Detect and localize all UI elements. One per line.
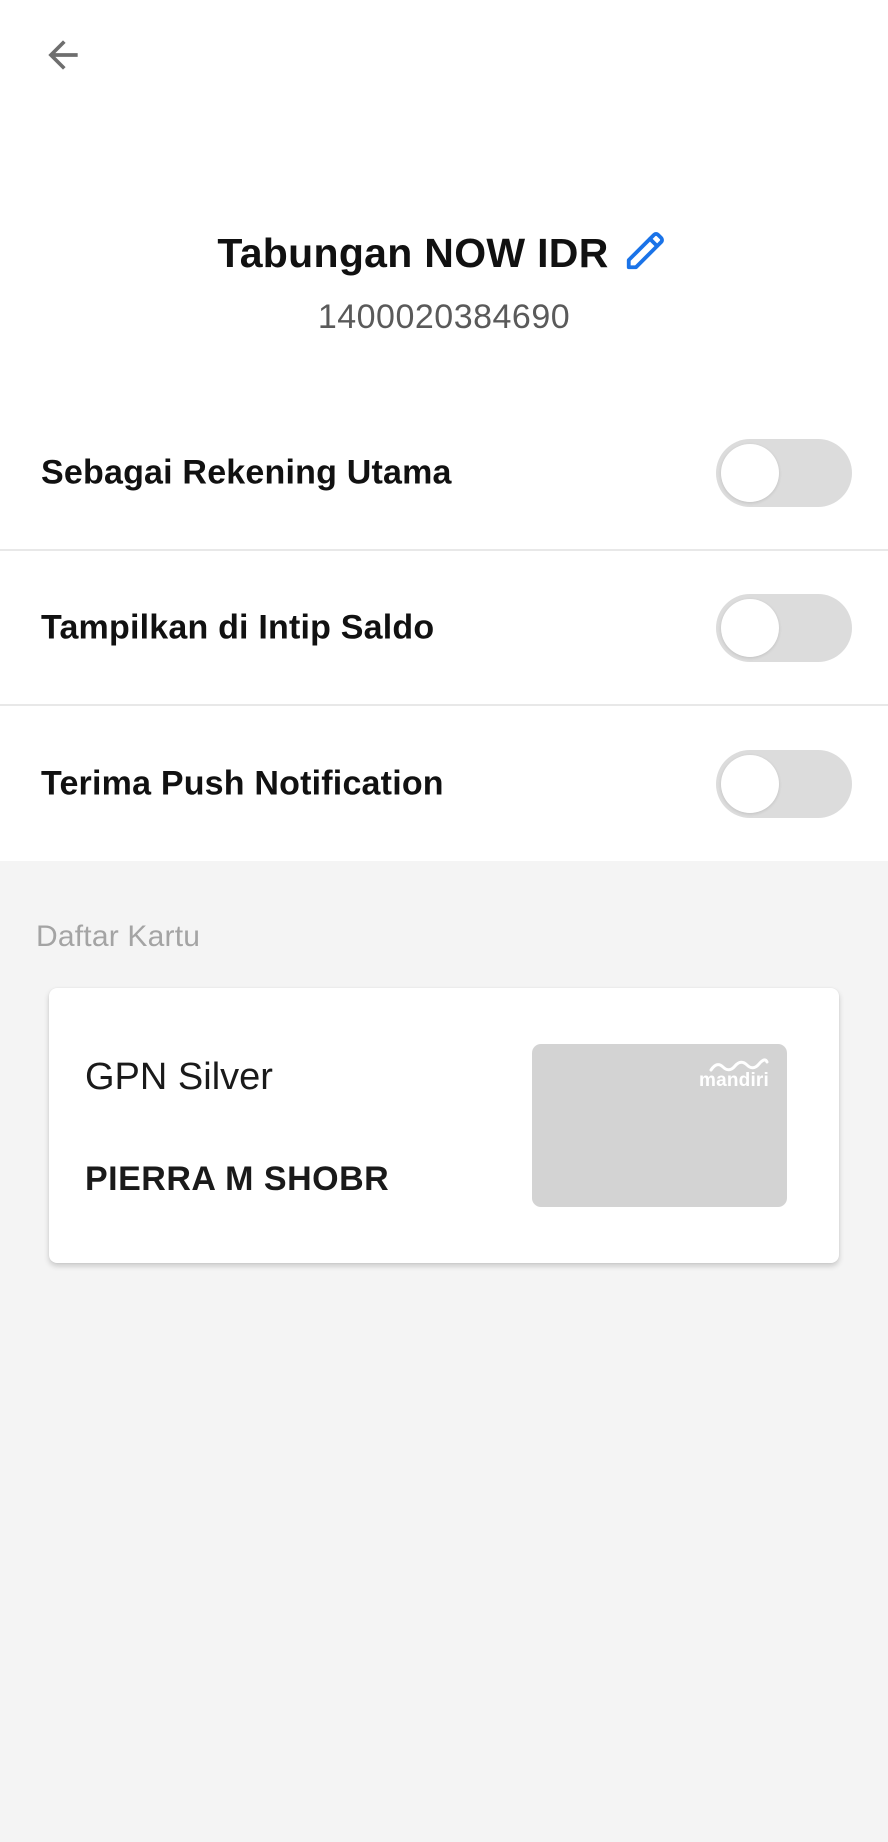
card-image: mandiri: [532, 1044, 787, 1207]
setting-row-push-notification: Terima Push Notification: [0, 706, 888, 861]
main-account-toggle[interactable]: [716, 438, 852, 507]
intip-saldo-toggle[interactable]: [716, 593, 852, 662]
setting-label-intip-saldo: Tampilkan di Intip Saldo: [41, 608, 435, 646]
mandiri-logo: mandiri: [699, 1058, 769, 1092]
account-title-row: Tabungan NOW IDR: [0, 230, 888, 277]
arrow-left-icon: [48, 40, 78, 70]
setting-row-intip-saldo: Tampilkan di Intip Saldo: [0, 551, 888, 706]
push-notification-toggle[interactable]: [716, 749, 852, 818]
pencil-icon: [626, 231, 664, 269]
card-holder-name: PIERRA M SHOBR: [85, 1160, 390, 1198]
card-logo-text: mandiri: [698, 1070, 769, 1091]
toggle-knob: [721, 754, 779, 813]
card-list-heading: Daftar Kartu: [36, 920, 201, 953]
account-number: 1400020384690: [317, 298, 571, 336]
toggle-knob: [721, 598, 779, 657]
account-name: Tabungan NOW IDR: [217, 230, 609, 276]
setting-label-push-notification: Terima Push Notification: [41, 764, 444, 802]
card-item[interactable]: GPN Silver PIERRA M SHOBR mandiri: [49, 988, 839, 1263]
card-type: GPN Silver: [85, 1056, 273, 1098]
setting-label-main-account: Sebagai Rekening Utama: [41, 453, 452, 491]
setting-row-main-account: Sebagai Rekening Utama: [0, 396, 888, 551]
toggle-knob: [721, 443, 779, 502]
back-button[interactable]: [30, 22, 96, 88]
edit-account-name-button[interactable]: [621, 225, 671, 275]
